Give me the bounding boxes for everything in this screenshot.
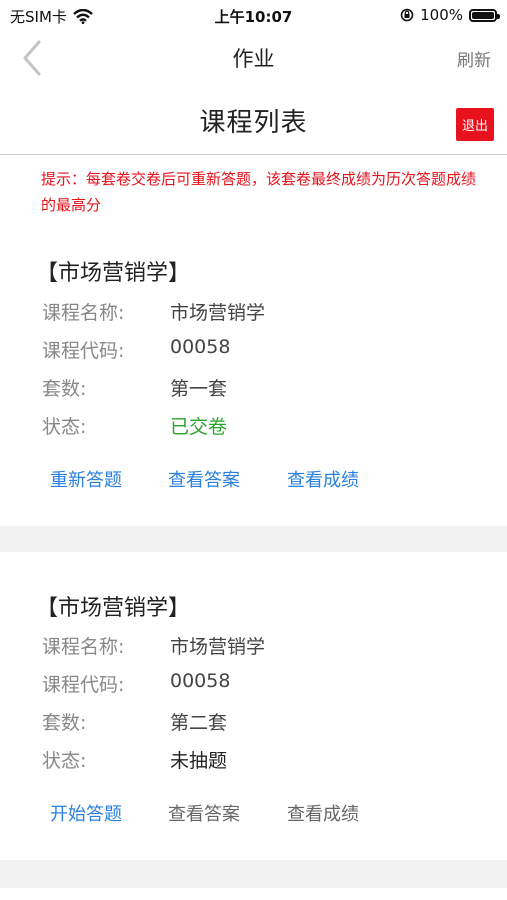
course-code-label: 课程代码: (42, 340, 125, 362)
logout-button[interactable]: 退出 (456, 108, 494, 141)
set-label: 套数: (42, 378, 87, 400)
course-card: 【市场营销学】 课程名称: 市场营销学 课程代码: 00058 套数: 第一套 … (0, 240, 507, 526)
retake-button[interactable]: 重新答题 (50, 466, 122, 492)
course-name-value: 市场营销学 (170, 302, 266, 324)
battery-icon (469, 8, 500, 22)
status-label: 状态: (42, 416, 87, 438)
course-name-value: 市场营销学 (170, 636, 266, 658)
course-code-value: 00058 (170, 336, 231, 358)
page-title: 课程列表 (199, 108, 308, 138)
battery-percent: 100% (420, 6, 463, 24)
status-value: 已交卷 (170, 416, 228, 438)
status-bar: 无SIM卡 上午10:07 100% (0, 0, 507, 30)
course-heading: 【市场营销学】 (36, 261, 191, 286)
status-right: 100% (400, 6, 500, 24)
lock-rotation-icon (400, 8, 414, 22)
course-code-value: 00058 (170, 670, 231, 692)
status-label: 状态: (42, 750, 87, 772)
card-separator (0, 860, 507, 888)
nav-bar: 作业 刷新 (0, 30, 507, 86)
course-name-label: 课程名称: (42, 302, 125, 324)
set-label: 套数: (42, 712, 87, 734)
course-card: 【市场营销学】 课程名称: 市场营销学 课程代码: 00058 套数: 第二套 … (0, 552, 507, 860)
view-scores-button[interactable]: 查看成绩 (287, 466, 359, 492)
start-answering-button[interactable]: 开始答题 (50, 800, 122, 826)
view-answers-button[interactable]: 查看答案 (168, 800, 240, 826)
set-value: 第一套 (170, 378, 228, 400)
card-separator (0, 526, 507, 552)
nav-title: 作业 (232, 47, 275, 71)
refresh-button[interactable]: 刷新 (457, 46, 491, 71)
course-code-label: 课程代码: (42, 674, 125, 696)
view-scores-button[interactable]: 查看成绩 (287, 800, 359, 826)
status-value: 未抽题 (170, 750, 228, 772)
set-value: 第二套 (170, 712, 228, 734)
course-name-label: 课程名称: (42, 636, 125, 658)
page-header: 课程列表 退出 (0, 86, 507, 155)
view-answers-button[interactable]: 查看答案 (168, 466, 240, 492)
notice-text: 提示：每套卷交卷后可重新答题，该套卷最终成绩为历次答题成绩的最高分 (41, 170, 477, 214)
course-heading: 【市场营销学】 (36, 596, 191, 621)
